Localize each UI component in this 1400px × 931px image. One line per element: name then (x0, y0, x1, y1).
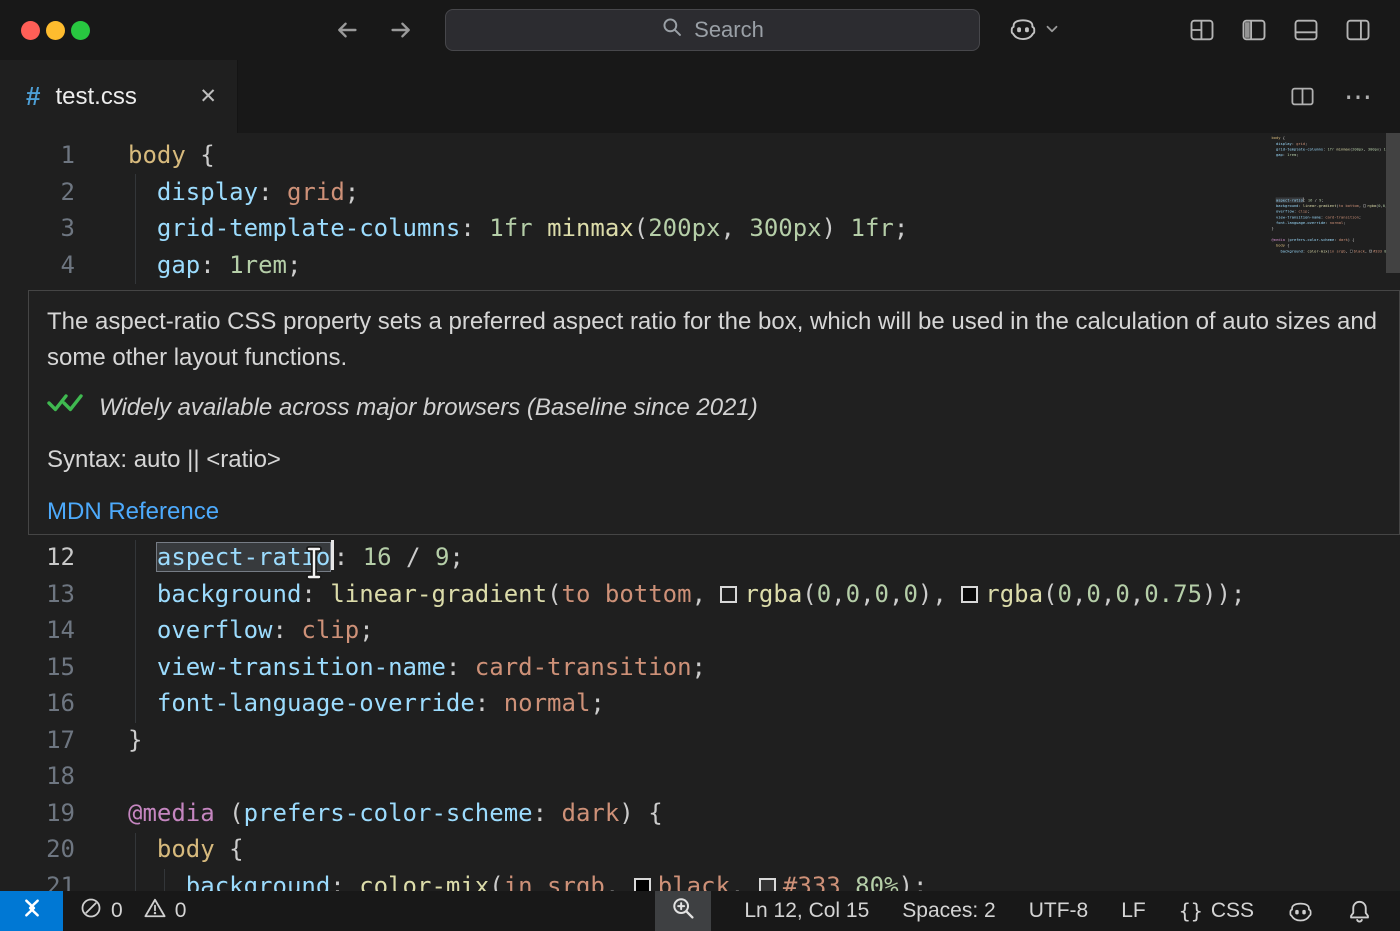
zoom-icon (671, 896, 696, 927)
code-editor[interactable]: 1body {2 display: grid;3 grid-template-c… (0, 133, 1400, 891)
mdn-reference-link[interactable]: MDN Reference (47, 494, 219, 530)
hover-description: The aspect-ratio CSS property sets a pre… (47, 304, 1381, 376)
code-line[interactable]: 2 display: grid; (0, 174, 1400, 211)
code-line[interactable]: 19@media (prefers-color-scheme: dark) { (0, 795, 1400, 832)
remote-icon (19, 895, 45, 927)
code-line[interactable]: 20 body { (0, 831, 1400, 868)
minimize-window-button[interactable] (46, 21, 65, 40)
minimap[interactable]: body { display: grid; grid-template-colu… (1270, 135, 1386, 310)
color-swatch[interactable] (1369, 250, 1372, 253)
forward-arrow-icon[interactable] (387, 16, 415, 44)
code-line[interactable]: 4 gap: 1rem; (0, 247, 1400, 284)
tab-close-icon[interactable]: ✕ (199, 84, 217, 109)
customize-layout-icon[interactable] (1188, 16, 1216, 44)
error-count: 0 (111, 899, 123, 923)
line-number[interactable]: 1 (0, 137, 75, 174)
back-arrow-icon[interactable] (333, 16, 361, 44)
line-number[interactable]: 3 (0, 210, 75, 247)
minimap-content: body { display: grid; grid-template-colu… (1270, 135, 1386, 254)
tab-test-css[interactable]: # test.css ✕ (0, 60, 238, 133)
toggle-primary-sidebar-icon[interactable] (1240, 16, 1268, 44)
statusbar: 0 0 Ln 12, Col 15 Spaces: 2 UTF-8 LF {} … (0, 891, 1400, 931)
line-number[interactable]: 14 (0, 612, 75, 649)
history-nav (333, 16, 415, 44)
hover-tooltip: The aspect-ratio CSS property sets a pre… (28, 290, 1400, 535)
language-mode[interactable]: {} CSS (1179, 899, 1254, 923)
code-line[interactable]: 12 aspect-ratio: 16 / 9; (0, 539, 1400, 576)
editor-actions: ⋯ (1289, 60, 1374, 133)
warning-count: 0 (175, 899, 187, 923)
maximize-window-button[interactable] (71, 21, 90, 40)
toggle-secondary-sidebar-icon[interactable] (1344, 16, 1372, 44)
code-line[interactable]: 18 (0, 758, 1400, 795)
line-number[interactable]: 18 (0, 758, 75, 795)
scrollbar-thumb[interactable] (1386, 133, 1400, 273)
warning-icon (144, 897, 166, 925)
remote-indicator[interactable] (0, 891, 63, 931)
code-line[interactable]: 21 background: color-mix(in srgb, black,… (0, 868, 1400, 891)
eol-setting[interactable]: LF (1121, 899, 1146, 923)
line-number[interactable]: 21 (0, 868, 75, 891)
problems-indicator[interactable]: 0 0 (80, 891, 186, 931)
encoding-setting[interactable]: UTF-8 (1029, 899, 1089, 923)
search-input[interactable]: Search (445, 9, 980, 51)
line-number[interactable]: 4 (0, 247, 75, 284)
bell-icon[interactable] (1347, 899, 1372, 924)
color-swatch[interactable] (634, 878, 651, 891)
search-icon (661, 16, 683, 44)
cursor-position[interactable]: Ln 12, Col 15 (744, 899, 869, 923)
braces-icon: {} (1179, 899, 1203, 923)
line-number[interactable]: 19 (0, 795, 75, 832)
copilot-status-icon[interactable] (1287, 898, 1314, 925)
search-label: Search (694, 17, 764, 43)
code-line[interactable]: 15 view-transition-name: card-transition… (0, 649, 1400, 686)
color-swatch[interactable] (961, 586, 978, 603)
line-number[interactable]: 15 (0, 649, 75, 686)
line-number[interactable]: 12 (0, 539, 75, 576)
baseline-double-check-icon (47, 390, 85, 426)
layout-controls (1188, 16, 1372, 44)
line-number[interactable]: 2 (0, 174, 75, 211)
vscode-window: Search # t (0, 0, 1400, 931)
chevron-down-icon (1043, 20, 1061, 43)
line-number[interactable]: 13 (0, 576, 75, 613)
indentation-setting[interactable]: Spaces: 2 (902, 899, 995, 923)
code-line[interactable]: 17} (0, 722, 1400, 759)
color-swatch[interactable] (1350, 250, 1353, 253)
css-file-icon: # (26, 81, 40, 112)
copilot-menu[interactable] (1008, 14, 1061, 49)
line-number[interactable]: 17 (0, 722, 75, 759)
copilot-icon (1008, 14, 1038, 49)
color-swatch[interactable] (759, 878, 776, 891)
minimap-line: background: color-mix(in srgb, black, #3… (1270, 248, 1386, 254)
more-actions-icon[interactable]: ⋯ (1344, 80, 1374, 113)
code-line[interactable]: 14 overflow: clip; (0, 612, 1400, 649)
tab-filename: test.css (55, 83, 136, 111)
error-icon (80, 897, 102, 925)
code-line[interactable]: 1body { (0, 137, 1400, 174)
split-editor-icon[interactable] (1289, 83, 1316, 110)
line-number[interactable]: 16 (0, 685, 75, 722)
color-swatch[interactable] (1363, 205, 1366, 208)
baseline-row: Widely available across major browsers (… (47, 390, 1381, 426)
code-line[interactable]: 3 grid-template-columns: 1fr minmax(200p… (0, 210, 1400, 247)
tabbar: # test.css ✕ ⋯ (0, 60, 1400, 133)
code-line[interactable]: 13 background: linear-gradient(to bottom… (0, 576, 1400, 613)
close-window-button[interactable] (21, 21, 40, 40)
language-label: CSS (1211, 899, 1254, 923)
titlebar: Search (0, 0, 1400, 60)
hover-syntax: Syntax: auto || <ratio> (47, 442, 1381, 478)
toggle-panel-icon[interactable] (1292, 16, 1320, 44)
color-swatch[interactable] (720, 586, 737, 603)
window-controls (21, 21, 90, 40)
zoom-indicator[interactable] (655, 891, 711, 931)
baseline-text: Widely available across major browsers (… (99, 390, 758, 426)
statusbar-right: Ln 12, Col 15 Spaces: 2 UTF-8 LF {} CSS (655, 891, 1400, 931)
line-number[interactable]: 20 (0, 831, 75, 868)
code-line[interactable]: 16 font-language-override: normal; (0, 685, 1400, 722)
